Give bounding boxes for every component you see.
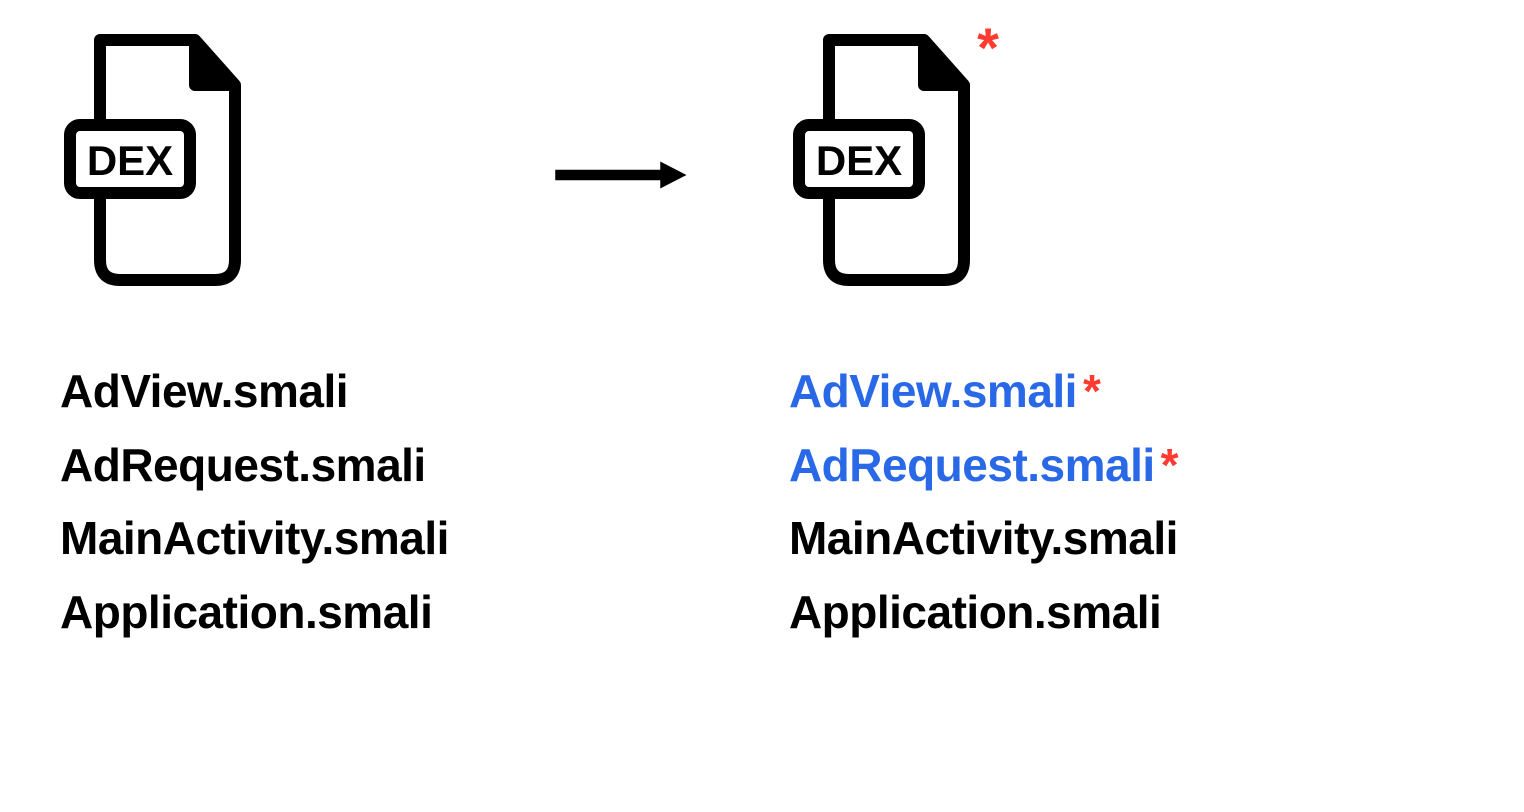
file-item: MainActivity.smali — [789, 502, 1178, 576]
file-item-modified: AdView.smali* — [789, 355, 1178, 429]
right-file-list: AdView.smali* AdRequest.smali* MainActiv… — [789, 355, 1178, 649]
file-item: MainActivity.smali — [60, 502, 449, 576]
dex-file-icon: DEX — [789, 30, 979, 290]
arrow-wrap — [529, 30, 709, 195]
file-name: AdRequest.smali — [789, 439, 1155, 491]
file-item: AdRequest.smali — [60, 429, 449, 503]
left-file-icon-wrap: DEX — [60, 30, 250, 295]
file-item-modified: AdRequest.smali* — [789, 429, 1178, 503]
right-column: DEX * AdView.smali* AdRequest.smali* Mai… — [789, 30, 1178, 649]
dex-file-icon: DEX — [60, 30, 250, 290]
dex-badge-text: DEX — [816, 137, 902, 184]
left-column: DEX AdView.smali AdRequest.smali MainAct… — [60, 30, 449, 649]
right-file-icon-wrap: DEX * — [789, 30, 979, 295]
dex-badge-text: DEX — [87, 137, 173, 184]
diagram-container: DEX AdView.smali AdRequest.smali MainAct… — [0, 0, 1524, 679]
file-item: Application.smali — [789, 576, 1178, 650]
file-item: Application.smali — [60, 576, 449, 650]
file-name: AdView.smali — [789, 365, 1077, 417]
file-item: AdView.smali — [60, 355, 449, 429]
arrow-right-icon — [529, 160, 709, 190]
modified-marker-icon: * — [1161, 439, 1178, 491]
left-file-list: AdView.smali AdRequest.smali MainActivit… — [60, 355, 449, 649]
modified-marker-icon: * — [977, 20, 999, 76]
modified-marker-icon: * — [1083, 365, 1100, 417]
